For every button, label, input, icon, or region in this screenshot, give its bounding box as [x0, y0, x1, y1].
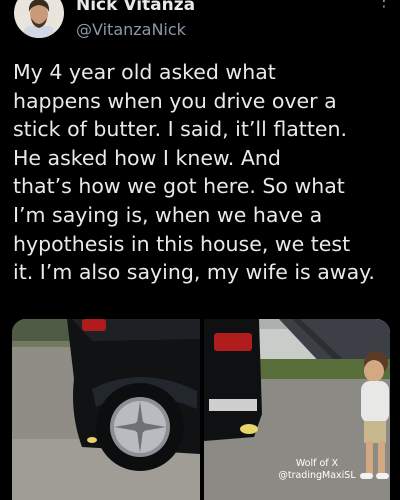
tweet-line: it. I’m also saying, my wife is away. [13, 260, 375, 285]
watermark: Wolf of X @tradingMaxiSL [262, 458, 372, 482]
tweet-line: that’s how we got here. So what [13, 174, 345, 199]
tweet-line: I’m saying is, when we have a [13, 202, 323, 227]
tweet-line: hypothesis in this house, we test [13, 231, 351, 256]
author-name[interactable]: Nick Vitanza [76, 0, 195, 15]
tweet-line: stick of butter. I said, it’ll flatten. [13, 117, 347, 142]
tweet-line: My 4 year old asked what [13, 60, 276, 84]
tweet-text: My 4 year old asked what happens when yo… [13, 58, 393, 287]
avatar-photo [14, 0, 64, 38]
tweet-line: happens when you drive over a [13, 88, 337, 113]
avatar[interactable] [14, 0, 64, 38]
author-handle[interactable]: @VitanzaNick [76, 20, 186, 39]
watermark-line: Wolf of X [295, 458, 339, 469]
watermark-line: @tradingMaxiSL [278, 470, 356, 481]
tweet-line: He asked how I knew. And [13, 145, 281, 170]
car-wheel-butter-photo[interactable] [12, 319, 200, 500]
more-vertical-icon[interactable]: ⋮ [376, 0, 392, 18]
